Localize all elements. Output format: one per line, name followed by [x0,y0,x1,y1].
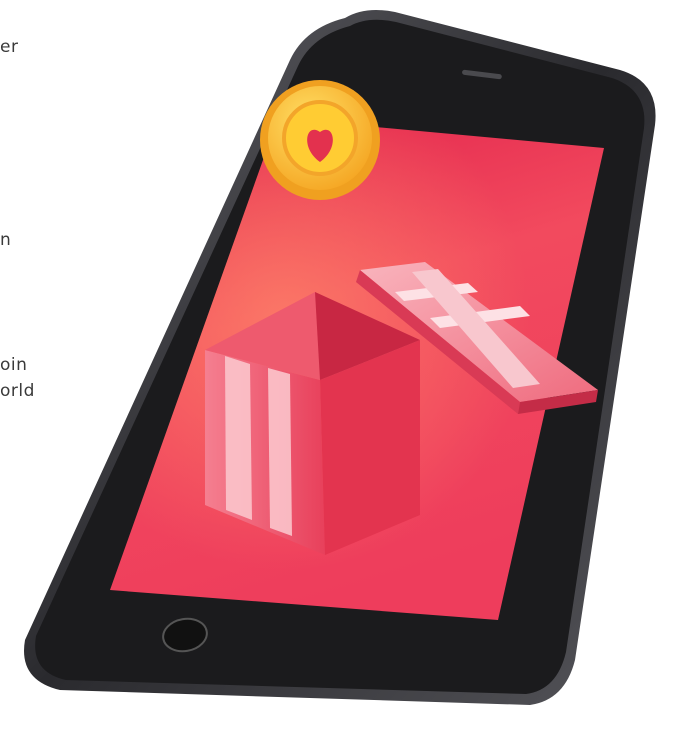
phone-illustration [24,10,656,705]
heart-coin-icon [260,80,380,200]
